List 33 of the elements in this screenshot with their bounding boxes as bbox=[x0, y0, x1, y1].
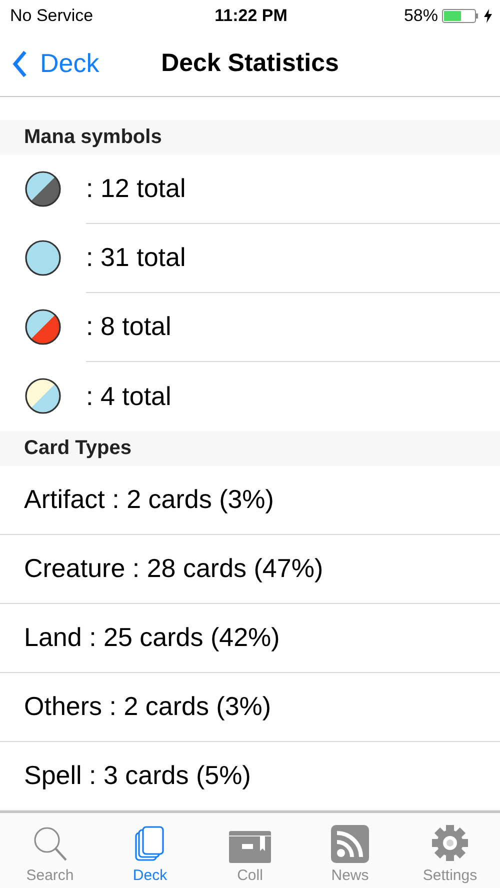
card-type-text: Others : 2 cards (3%) bbox=[24, 691, 272, 722]
rss-icon bbox=[331, 825, 369, 863]
back-chevron-icon bbox=[12, 50, 28, 78]
card-type-text: Artifact : 2 cards (3%) bbox=[24, 484, 274, 516]
tab-button[interactable]: News bbox=[300, 812, 400, 888]
tab-button[interactable]: Search bbox=[0, 812, 100, 888]
battery-icon bbox=[442, 8, 480, 24]
screen-title: Deck Statistics bbox=[161, 49, 339, 78]
section-header: Card Types bbox=[0, 430, 500, 466]
tab-button[interactable]: Coll bbox=[200, 812, 300, 888]
mana-symbol-icon bbox=[24, 308, 62, 346]
mana-symbol-icon bbox=[24, 377, 62, 416]
card-type-text: Land : 25 cards (42%) bbox=[24, 622, 280, 654]
clock-text: 11:22 PM bbox=[214, 6, 288, 26]
section-header: Mana symbols bbox=[0, 120, 500, 155]
mana-total-text: : 31 total bbox=[86, 242, 186, 274]
tab-button[interactable]: Deck bbox=[100, 812, 200, 888]
mana-symbol-icon bbox=[24, 170, 62, 208]
settings-icon bbox=[430, 823, 470, 863]
battery-percent: 58% bbox=[404, 6, 438, 26]
mana-total-text: : 12 total bbox=[86, 173, 186, 204]
mana-symbol-icon bbox=[24, 239, 62, 278]
card-type-text: Creature : 28 cards (47%) bbox=[24, 553, 324, 584]
search-icon bbox=[32, 825, 68, 863]
mana-total-text: : 4 total bbox=[86, 380, 172, 412]
back-button[interactable]: Deck bbox=[12, 48, 100, 80]
cards-icon bbox=[134, 825, 166, 863]
carrier-text: No Service bbox=[10, 6, 94, 26]
charging-icon bbox=[484, 8, 492, 23]
box-icon bbox=[229, 829, 271, 863]
tab-button[interactable]: Settings bbox=[400, 812, 500, 888]
mana-total-text: : 8 total bbox=[86, 311, 172, 342]
card-type-text: Spell : 3 cards (5%) bbox=[24, 760, 251, 792]
